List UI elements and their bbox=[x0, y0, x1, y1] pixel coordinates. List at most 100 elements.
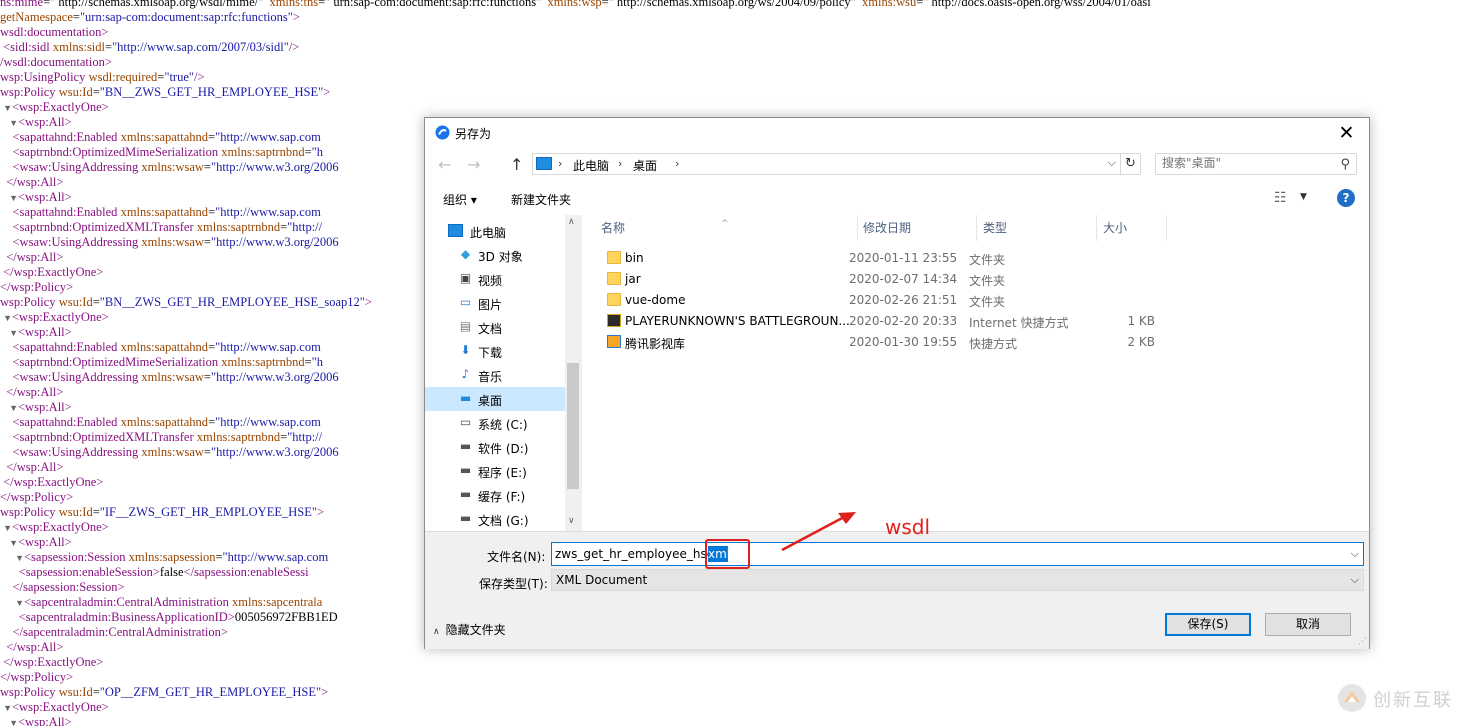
chevron-down-icon[interactable]: ⌵ bbox=[1351, 573, 1359, 587]
collapse-triangle-icon[interactable]: ▼ bbox=[0, 401, 18, 416]
search-input[interactable] bbox=[1162, 156, 1322, 170]
nav-item[interactable]: ◆ 3D 对象 bbox=[425, 243, 565, 267]
breadcrumb-this-pc[interactable]: 此电脑 bbox=[573, 157, 609, 174]
game-shortcut-icon bbox=[607, 314, 621, 327]
save-button[interactable]: 保存(S) bbox=[1165, 613, 1251, 636]
resize-grip-icon[interactable]: ⋰ bbox=[1358, 637, 1367, 647]
column-header-size[interactable]: 大小 bbox=[1087, 215, 1167, 241]
nav-scrollbar[interactable]: ∧ ∨ bbox=[565, 215, 582, 531]
nav-item[interactable]: ⬇ 下载 bbox=[425, 339, 565, 363]
scroll-down-icon[interactable]: ∨ bbox=[568, 516, 575, 526]
watermark-text: 创新互联 bbox=[1373, 690, 1453, 711]
close-button[interactable]: ✕ bbox=[1324, 118, 1369, 148]
collapse-triangle-icon[interactable]: ▼ bbox=[0, 521, 12, 536]
nav-item[interactable]: ▬ 程序 (E:) bbox=[425, 459, 565, 483]
sort-ascending-icon: ^ bbox=[721, 219, 729, 229]
xml-token: <wsp:All> bbox=[18, 115, 72, 129]
new-folder-button[interactable]: 新建文件夹 bbox=[511, 191, 571, 208]
xml-line: <saptrnbnd:OptimizedXMLTransfer xmlns:sa… bbox=[0, 430, 323, 445]
xml-token: <sapattahnd:Enabled bbox=[0, 130, 121, 144]
xml-token: </wsp:All> bbox=[0, 640, 64, 654]
hide-folders-toggle[interactable]: ∧ 隐藏文件夹 bbox=[433, 621, 506, 638]
nav-item[interactable]: ▬ 桌面 bbox=[425, 387, 565, 411]
filetype-select[interactable]: XML Document ⌵ bbox=[551, 569, 1364, 591]
column-header-date[interactable]: 修改日期 bbox=[847, 215, 977, 241]
search-icon[interactable]: ⚲ bbox=[1340, 157, 1350, 172]
file-row[interactable]: 腾讯影视库 2020-01-30 19:55 快捷方式 2 KB bbox=[585, 332, 1155, 353]
xml-line: <wsaw:UsingAddressing xmlns:wsaw="http:/… bbox=[0, 235, 339, 250]
scroll-up-icon[interactable]: ∧ bbox=[568, 217, 575, 227]
file-type: 文件夹 bbox=[969, 274, 1006, 288]
collapse-triangle-icon[interactable]: ▼ bbox=[0, 311, 12, 326]
nav-item[interactable]: ▬ 缓存 (F:) bbox=[425, 483, 565, 507]
xml-line: <saptrnbnd:OptimizedXMLTransfer xmlns:sa… bbox=[0, 220, 323, 235]
xml-token: "http://www.w3.org/2006 bbox=[210, 235, 339, 249]
nav-item[interactable]: ▭ 图片 bbox=[425, 291, 565, 315]
file-row[interactable]: PLAYERUNKNOWN'S BATTLEGROUN... 2020-02-20… bbox=[585, 311, 1155, 332]
collapse-triangle-icon[interactable]: ▼ bbox=[0, 701, 12, 716]
help-icon[interactable]: ? bbox=[1337, 189, 1355, 207]
up-icon[interactable]: ↑ bbox=[510, 155, 523, 174]
xml-token: xmlns:wsu bbox=[862, 0, 917, 9]
refresh-button[interactable]: ↻ bbox=[1121, 153, 1141, 175]
chevron-up-icon: ∧ bbox=[433, 627, 440, 637]
xml-token: wsu:Id bbox=[58, 85, 93, 99]
file-row[interactable]: vue-dome 2020-02-26 21:51 文件夹 bbox=[585, 290, 1155, 311]
xml-token: <saptrnbnd:OptimizedXMLTransfer bbox=[0, 430, 197, 444]
xml-line: </wsp:Policy> bbox=[0, 280, 73, 295]
nav-item-label: 系统 (C:) bbox=[478, 418, 528, 432]
file-row[interactable]: bin 2020-01-11 23:55 文件夹 bbox=[585, 248, 1155, 269]
xml-token: > bbox=[321, 685, 329, 699]
xml-token: <wsp:ExactlyOne> bbox=[12, 100, 109, 114]
column-header-type[interactable]: 类型 bbox=[967, 215, 1097, 241]
xml-token: wsp:Policy bbox=[0, 505, 59, 519]
nav-item[interactable]: ▬ 软件 (D:) bbox=[425, 435, 565, 459]
file-list: 名称 ^ 修改日期 类型 大小 bin 2020-01-11 23:55 文件夹 ja… bbox=[585, 215, 1369, 531]
folder-icon bbox=[607, 293, 621, 306]
xml-token: "h bbox=[311, 355, 324, 369]
xml-token: <saptrnbnd:OptimizedXMLTransfer bbox=[0, 220, 197, 234]
nav-item[interactable]: ▤ 文档 bbox=[425, 315, 565, 339]
xml-token: = bbox=[92, 685, 100, 699]
filename-input[interactable]: zws_get_hr_employee_hse. bbox=[555, 547, 1335, 561]
column-header-name[interactable]: 名称 ^ bbox=[585, 215, 858, 241]
chevron-down-icon[interactable]: ⌵ bbox=[1351, 547, 1359, 561]
drive-icon: ▭ bbox=[459, 415, 472, 429]
forward-icon[interactable]: → bbox=[467, 155, 480, 174]
file-row[interactable]: jar 2020-02-07 14:34 文件夹 bbox=[585, 269, 1155, 290]
collapse-triangle-icon[interactable]: ▼ bbox=[0, 191, 18, 206]
filename-field[interactable]: zws_get_hr_employee_hse. xml ⌵ bbox=[551, 542, 1364, 566]
nav-item[interactable]: ▣ 视频 bbox=[425, 267, 565, 291]
search-box[interactable]: ⚲ bbox=[1155, 153, 1357, 175]
xml-token: <saptrnbnd:OptimizedMimeSerialization bbox=[0, 355, 222, 369]
xml-token: > bbox=[292, 10, 300, 24]
nav-item[interactable]: ♪ 音乐 bbox=[425, 363, 565, 387]
nav-item[interactable]: ▭ 系统 (C:) bbox=[425, 411, 565, 435]
nav-item-label: 下载 bbox=[478, 346, 503, 360]
xml-token: xmlns:tns bbox=[269, 0, 319, 9]
collapse-triangle-icon[interactable]: ▼ bbox=[0, 551, 24, 566]
collapse-triangle-icon[interactable]: ▼ bbox=[0, 716, 18, 726]
xml-line: ▼<wsp:All> bbox=[0, 115, 72, 130]
breadcrumb-desktop[interactable]: 桌面 bbox=[633, 157, 657, 174]
nav-item-label: 文档 (G:) bbox=[478, 514, 529, 528]
xml-token: = bbox=[92, 505, 100, 519]
view-options-icon[interactable]: ☷ bbox=[1274, 190, 1287, 206]
back-icon[interactable]: ← bbox=[438, 155, 451, 174]
collapse-triangle-icon[interactable]: ▼ bbox=[0, 596, 24, 611]
collapse-triangle-icon[interactable]: ▼ bbox=[0, 101, 12, 116]
chevron-down-icon[interactable]: ⌵ bbox=[1108, 156, 1116, 170]
xml-token: > bbox=[323, 85, 331, 99]
nav-item[interactable]: 此电脑 bbox=[445, 219, 583, 243]
nav-item[interactable]: ▬ 文档 (G:) bbox=[425, 507, 565, 531]
collapse-triangle-icon[interactable]: ▼ bbox=[0, 536, 18, 551]
collapse-triangle-icon[interactable]: ▼ bbox=[0, 326, 18, 341]
cancel-button[interactable]: 取消 bbox=[1265, 613, 1351, 636]
xml-token: xmlns:sidl bbox=[52, 40, 105, 54]
chevron-right-icon[interactable]: › bbox=[675, 157, 679, 170]
scrollbar-thumb[interactable] bbox=[567, 363, 579, 489]
collapse-triangle-icon[interactable]: ▼ bbox=[0, 116, 18, 131]
address-bar[interactable]: › 此电脑 › 桌面 › ⌵ bbox=[532, 153, 1121, 175]
organize-button[interactable]: 组织 ▾ bbox=[443, 191, 477, 208]
chevron-down-icon[interactable]: ▼ bbox=[1300, 192, 1307, 202]
